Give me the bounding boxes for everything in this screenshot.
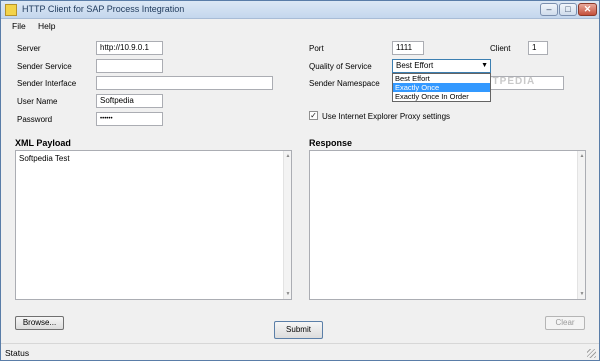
payload-scrollbar[interactable]: ▲ ▼ <box>283 151 291 299</box>
xml-payload-textarea[interactable]: Softpedia Test ▲ ▼ <box>15 150 292 300</box>
sender-interface-label: Sender Interface <box>17 79 77 88</box>
sender-service-input[interactable] <box>96 59 163 73</box>
minimize-icon: – <box>546 4 552 14</box>
proxy-checkbox[interactable]: ✓ <box>309 111 318 120</box>
scroll-down-icon: ▼ <box>285 291 291 297</box>
server-label: Server <box>17 44 41 53</box>
submit-button[interactable]: Submit <box>274 321 323 339</box>
maximize-icon: □ <box>565 4 571 14</box>
window-title: HTTP Client for SAP Process Integration <box>22 4 185 14</box>
scroll-down-icon: ▼ <box>579 291 585 297</box>
app-window: HTTP Client for SAP Process Integration … <box>0 0 600 361</box>
password-input[interactable]: •••••• <box>96 112 163 126</box>
resize-grip-icon[interactable] <box>587 349 596 358</box>
menu-bar: File Help <box>1 19 599 33</box>
proxy-label: Use Internet Explorer Proxy settings <box>322 112 451 121</box>
qos-selected-value: Best Effort <box>396 61 434 70</box>
qos-select[interactable]: Best Effort ▼ <box>392 59 491 73</box>
response-textarea[interactable]: ▲ ▼ <box>309 150 586 300</box>
client-label: Client <box>490 44 511 53</box>
clear-button[interactable]: Clear <box>545 316 585 330</box>
scroll-up-icon: ▲ <box>285 153 291 159</box>
port-input[interactable]: 1111 <box>392 41 424 55</box>
sender-service-label: Sender Service <box>17 62 72 71</box>
response-title: Response <box>309 138 353 148</box>
minimize-button[interactable]: – <box>540 3 558 16</box>
server-input[interactable]: http://10.9.0.1 <box>96 41 163 55</box>
sender-namespace-label: Sender Namespace <box>309 79 380 88</box>
checkmark-icon: ✓ <box>310 111 317 120</box>
password-label: Password <box>17 115 53 124</box>
app-icon <box>5 4 17 16</box>
user-name-input[interactable]: Softpedia <box>96 94 163 108</box>
chevron-down-icon: ▼ <box>481 62 488 69</box>
response-scrollbar[interactable]: ▲ ▼ <box>577 151 585 299</box>
qos-option-exactly-once[interactable]: Exactly Once <box>393 83 490 92</box>
qos-dropdown-list: Best Effort Exactly Once Exactly Once In… <box>392 73 491 102</box>
qos-label: Quality of Service <box>309 62 372 71</box>
title-bar: HTTP Client for SAP Process Integration … <box>1 1 599 19</box>
qos-option-best-effort[interactable]: Best Effort <box>393 74 490 83</box>
user-name-label: User Name <box>17 97 58 106</box>
browse-button[interactable]: Browse... <box>15 316 64 330</box>
status-bar: Status <box>1 343 599 360</box>
client-input[interactable]: 1 <box>528 41 548 55</box>
xml-payload-text: Softpedia Test <box>19 154 70 163</box>
qos-option-exactly-once-in-order[interactable]: Exactly Once In Order <box>393 92 490 101</box>
menu-file[interactable]: File <box>12 21 26 31</box>
xml-payload-title: XML Payload <box>15 138 71 148</box>
scroll-up-icon: ▲ <box>579 153 585 159</box>
maximize-button[interactable]: □ <box>559 3 577 16</box>
sender-interface-input[interactable] <box>96 76 273 90</box>
close-button[interactable]: ✕ <box>578 3 597 16</box>
status-text: Status <box>5 348 30 358</box>
menu-help[interactable]: Help <box>38 21 55 31</box>
close-icon: ✕ <box>583 4 592 14</box>
port-label: Port <box>309 44 324 53</box>
